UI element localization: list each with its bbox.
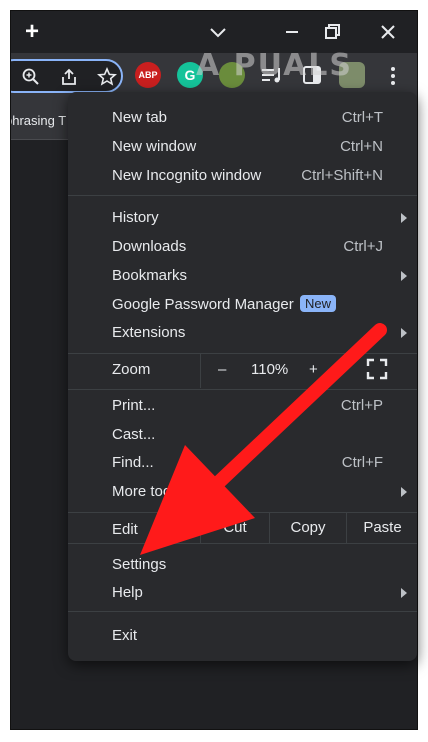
menu-item-label: Extensions — [112, 324, 186, 341]
submenu-arrow-icon — [401, 328, 407, 338]
zoom-level-value: 110% — [251, 361, 289, 378]
submenu-arrow-icon — [401, 487, 407, 497]
menu-item-settings[interactable]: Settings — [68, 551, 417, 579]
menu-item-label: Bookmarks — [112, 267, 188, 284]
zoom-in-button[interactable]: + — [309, 361, 318, 378]
menu-divider — [68, 389, 417, 390]
menu-item-label: History — [112, 209, 159, 226]
menu-item-bookmarks[interactable]: Bookmarks — [68, 262, 417, 290]
menu-item-cast[interactable]: Cast... — [68, 421, 417, 449]
submenu-arrow-icon — [401, 588, 407, 598]
bookmark-item[interactable]: phrasing T — [11, 113, 66, 128]
new-badge: New — [300, 295, 337, 312]
menu-item-label: New window — [112, 138, 197, 155]
cut-label: Cut — [223, 519, 247, 536]
close-icon[interactable] — [375, 19, 401, 45]
chrome-main-menu: New tab Ctrl+T New window Ctrl+N New Inc… — [68, 92, 417, 661]
menu-item-label: Zoom — [112, 361, 151, 378]
restore-icon[interactable] — [319, 19, 345, 45]
paste-label: Paste — [363, 519, 402, 536]
menu-item-extensions[interactable]: Extensions — [68, 319, 417, 347]
menu-item-new-window[interactable]: New window Ctrl+N — [68, 133, 417, 161]
menu-item-label: Find... — [112, 454, 154, 471]
menu-item-label: Cast... — [112, 426, 156, 443]
menu-item-shortcut: Ctrl+J — [343, 238, 383, 255]
menu-item-downloads[interactable]: Downloads Ctrl+J — [68, 233, 417, 261]
address-bar[interactable] — [11, 59, 123, 93]
copy-label: Copy — [290, 519, 326, 536]
menu-item-new-tab[interactable]: New tab Ctrl+T — [68, 104, 417, 132]
minimize-icon[interactable] — [279, 19, 305, 45]
cut-button[interactable]: Cut — [200, 512, 269, 543]
menu-item-shortcut: Ctrl+T — [341, 109, 383, 126]
menu-item-label: Help — [112, 584, 143, 601]
menu-item-shortcut: Ctrl+P — [340, 397, 383, 414]
fullscreen-icon[interactable] — [366, 358, 388, 380]
paste-button[interactable]: Paste — [346, 512, 418, 543]
menu-item-label: New tab — [112, 109, 168, 126]
menu-item-new-incognito[interactable]: New Incognito window Ctrl+Shift+N — [68, 162, 417, 190]
menu-item-label: Downloads — [112, 238, 187, 255]
menu-item-label: Exit — [112, 627, 138, 644]
menu-item-shortcut: Ctrl+N — [340, 138, 383, 155]
watermark-logo: A PUALS — [196, 48, 354, 83]
menu-item-history[interactable]: History — [68, 204, 417, 232]
menu-item-find[interactable]: Find... Ctrl+F — [68, 449, 417, 477]
menu-divider — [68, 543, 417, 544]
menu-item-exit[interactable]: Exit — [68, 622, 417, 650]
chrome-menu-kebab-icon[interactable] — [383, 65, 403, 87]
menu-item-help[interactable]: Help — [68, 579, 417, 607]
menu-item-print[interactable]: Print... Ctrl+P — [68, 392, 417, 420]
zoom-icon[interactable] — [21, 67, 41, 87]
menu-item-shortcut: Ctrl+Shift+N — [301, 167, 383, 184]
menu-divider — [68, 611, 417, 612]
menu-item-label: Google Password Manager — [112, 296, 294, 313]
menu-item-label: Settings — [112, 556, 167, 573]
zoom-out-button[interactable]: – — [218, 361, 226, 378]
copy-button[interactable]: Copy — [269, 512, 346, 543]
menu-item-label: More tools — [112, 483, 183, 500]
title-bar: + — [11, 11, 417, 53]
menu-divider — [68, 195, 417, 196]
bookmark-star-icon[interactable] — [97, 67, 117, 87]
menu-item-label: Print... — [112, 397, 156, 414]
new-tab-button[interactable]: + — [19, 19, 45, 45]
menu-item-label: Edit — [112, 521, 138, 538]
menu-item-label: New Incognito window — [112, 167, 262, 184]
menu-item-more-tools[interactable]: More tools — [68, 478, 417, 506]
adblock-plus-icon[interactable]: ABP — [135, 62, 161, 88]
submenu-arrow-icon — [401, 271, 407, 281]
menu-item-shortcut: Ctrl+F — [341, 454, 383, 471]
share-icon[interactable] — [59, 67, 79, 87]
tab-search-icon[interactable] — [205, 19, 231, 45]
submenu-arrow-icon — [401, 213, 407, 223]
menu-item-password-manager[interactable]: Google Password Manager New — [68, 291, 417, 319]
